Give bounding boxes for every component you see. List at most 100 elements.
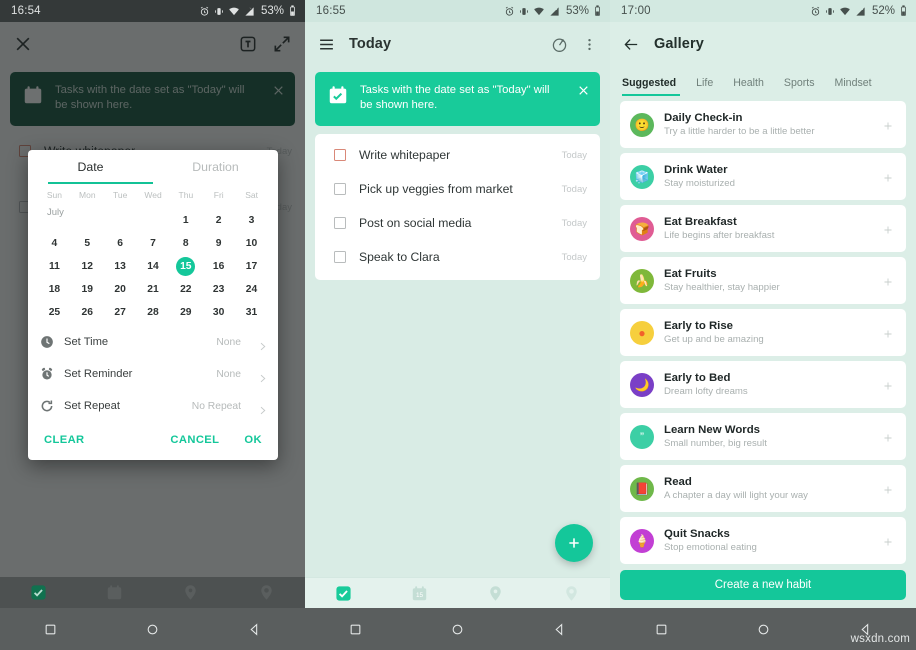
habit-card[interactable]: 📕 Read A chapter a day will light your way [620, 465, 906, 512]
tab-suggested[interactable]: Suggested [622, 77, 676, 96]
calendar-day[interactable]: 28 [137, 301, 170, 324]
create-new-habit-button[interactable]: Create a new habit [620, 570, 906, 600]
calendar-day[interactable]: 20 [104, 278, 137, 301]
tab-sports[interactable]: Sports [784, 77, 815, 96]
hamburger-menu-icon[interactable] [318, 36, 335, 53]
habit-card[interactable]: 🙂 Daily Check-in Try a little harder to be… [620, 101, 906, 148]
tab-duration[interactable]: Duration [153, 150, 278, 184]
nav-calendar[interactable]: 15 [381, 585, 457, 602]
calendar-day[interactable]: 4 [38, 232, 71, 255]
habit-card[interactable]: 🧊 Drink Water Stay moisturized [620, 153, 906, 200]
plus-icon[interactable] [882, 171, 894, 183]
plus-icon[interactable] [882, 431, 894, 443]
habit-card[interactable]: 🍌 Eat Fruits Stay healthier, stay happier [620, 257, 906, 304]
task-row[interactable]: Speak to Clara Today [315, 240, 600, 274]
tab-health[interactable]: Health [733, 77, 764, 96]
clock-icon [40, 335, 54, 349]
habit-card[interactable]: 🍦 Quit Snacks Stop emotional eating [620, 517, 906, 564]
option-set-reminder[interactable]: Set Reminder None [28, 358, 278, 390]
plus-icon[interactable] [882, 535, 894, 547]
battery-percent: 53% [565, 5, 589, 17]
home-button[interactable] [740, 623, 786, 636]
habit-card[interactable]: 🌙 Early to Bed Dream lofty dreams [620, 361, 906, 408]
recents-button[interactable] [28, 623, 74, 636]
nav-habits[interactable] [153, 584, 229, 601]
calendar-day[interactable]: 29 [169, 301, 202, 324]
calendar-day[interactable]: 19 [71, 278, 104, 301]
tab-life[interactable]: Life [696, 77, 713, 96]
calendar-day[interactable]: 10 [235, 232, 268, 255]
nav-calendar[interactable] [76, 584, 152, 601]
calendar-day[interactable]: 2 [202, 209, 235, 232]
calendar-day[interactable]: 11 [38, 255, 71, 278]
calendar-day[interactable]: 12 [71, 255, 104, 278]
back-button[interactable] [231, 622, 277, 636]
calendar-day[interactable]: 26 [71, 301, 104, 324]
nav-profile[interactable] [229, 584, 305, 601]
habit-name: Drink Water [664, 164, 728, 176]
nav-tasks[interactable] [305, 585, 381, 602]
plus-icon[interactable] [882, 119, 894, 131]
task-checkbox[interactable] [334, 149, 346, 161]
tab-date[interactable]: Date [28, 150, 153, 184]
task-row[interactable]: Write whitepaper Today [315, 138, 600, 172]
back-button[interactable] [536, 622, 582, 636]
calendar-day[interactable]: 24 [235, 278, 268, 301]
recents-button[interactable] [333, 623, 379, 636]
calendar-day[interactable]: 21 [137, 278, 170, 301]
calendar-day[interactable]: 23 [202, 278, 235, 301]
nav-habits[interactable] [458, 585, 534, 602]
option-set-repeat[interactable]: Set Repeat No Repeat [28, 390, 278, 422]
calendar-day[interactable]: 17 [235, 255, 268, 278]
plus-icon[interactable] [882, 223, 894, 235]
task-checkbox[interactable] [334, 217, 346, 229]
close-icon[interactable] [577, 84, 590, 97]
calendar-day[interactable]: 27 [104, 301, 137, 324]
calendar-day-selected[interactable]: 15 [176, 257, 196, 276]
calendar-day[interactable]: 31 [235, 301, 268, 324]
plus-icon[interactable] [882, 483, 894, 495]
calendar-day[interactable]: 9 [202, 232, 235, 255]
tab-mindset[interactable]: Mindset [835, 77, 872, 96]
task-checkbox[interactable] [334, 251, 346, 263]
calendar-day[interactable]: 3 [235, 209, 268, 232]
habit-card[interactable]: 🍞 Eat Breakfast Life begins after breakfas… [620, 205, 906, 252]
calendar-day[interactable]: 25 [38, 301, 71, 324]
habit-card[interactable]: ” Learn New Words Small number, big result [620, 413, 906, 460]
back-arrow-icon[interactable] [623, 36, 640, 53]
calendar-day[interactable]: 30 [202, 301, 235, 324]
calendar-day[interactable]: 6 [104, 232, 137, 255]
cancel-button[interactable]: CANCEL [170, 434, 219, 446]
calendar-day[interactable]: 18 [38, 278, 71, 301]
clear-button[interactable]: CLEAR [44, 434, 85, 446]
task-row[interactable]: Pick up veggies from market Today [315, 172, 600, 206]
calendar-day[interactable]: 1 [169, 209, 202, 232]
overflow-menu-icon[interactable] [582, 36, 597, 53]
task-row[interactable]: Post on social media Today [315, 206, 600, 240]
recents-button[interactable] [638, 623, 684, 636]
calendar-cell-empty [104, 209, 137, 232]
plus-icon[interactable] [882, 275, 894, 287]
task-checkbox[interactable] [334, 183, 346, 195]
ok-button[interactable]: OK [244, 434, 262, 446]
calendar-day[interactable]: 13 [104, 255, 137, 278]
nav-profile[interactable] [534, 585, 610, 602]
calendar-day[interactable]: 14 [137, 255, 170, 278]
calendar-day[interactable]: 5 [71, 232, 104, 255]
add-task-fab[interactable] [555, 524, 593, 562]
calendar-day[interactable]: 15 [169, 255, 202, 278]
calendar-day[interactable]: 8 [169, 232, 202, 255]
calendar-day[interactable]: 7 [137, 232, 170, 255]
plus-icon[interactable] [882, 379, 894, 391]
nav-tasks[interactable] [0, 584, 76, 601]
screen-today: 16:55 53% Today Tasks with the date set … [305, 0, 610, 650]
pomodoro-timer-icon[interactable] [551, 36, 568, 53]
option-set-time[interactable]: Set Time None [28, 326, 278, 358]
habit-text: Early to Rise Get up and be amazing [664, 319, 882, 346]
calendar-day[interactable]: 16 [202, 255, 235, 278]
plus-icon[interactable] [882, 327, 894, 339]
habit-card[interactable]: ● Early to Rise Get up and be amazing [620, 309, 906, 356]
calendar-day[interactable]: 22 [169, 278, 202, 301]
home-button[interactable] [129, 623, 175, 636]
home-button[interactable] [434, 623, 480, 636]
